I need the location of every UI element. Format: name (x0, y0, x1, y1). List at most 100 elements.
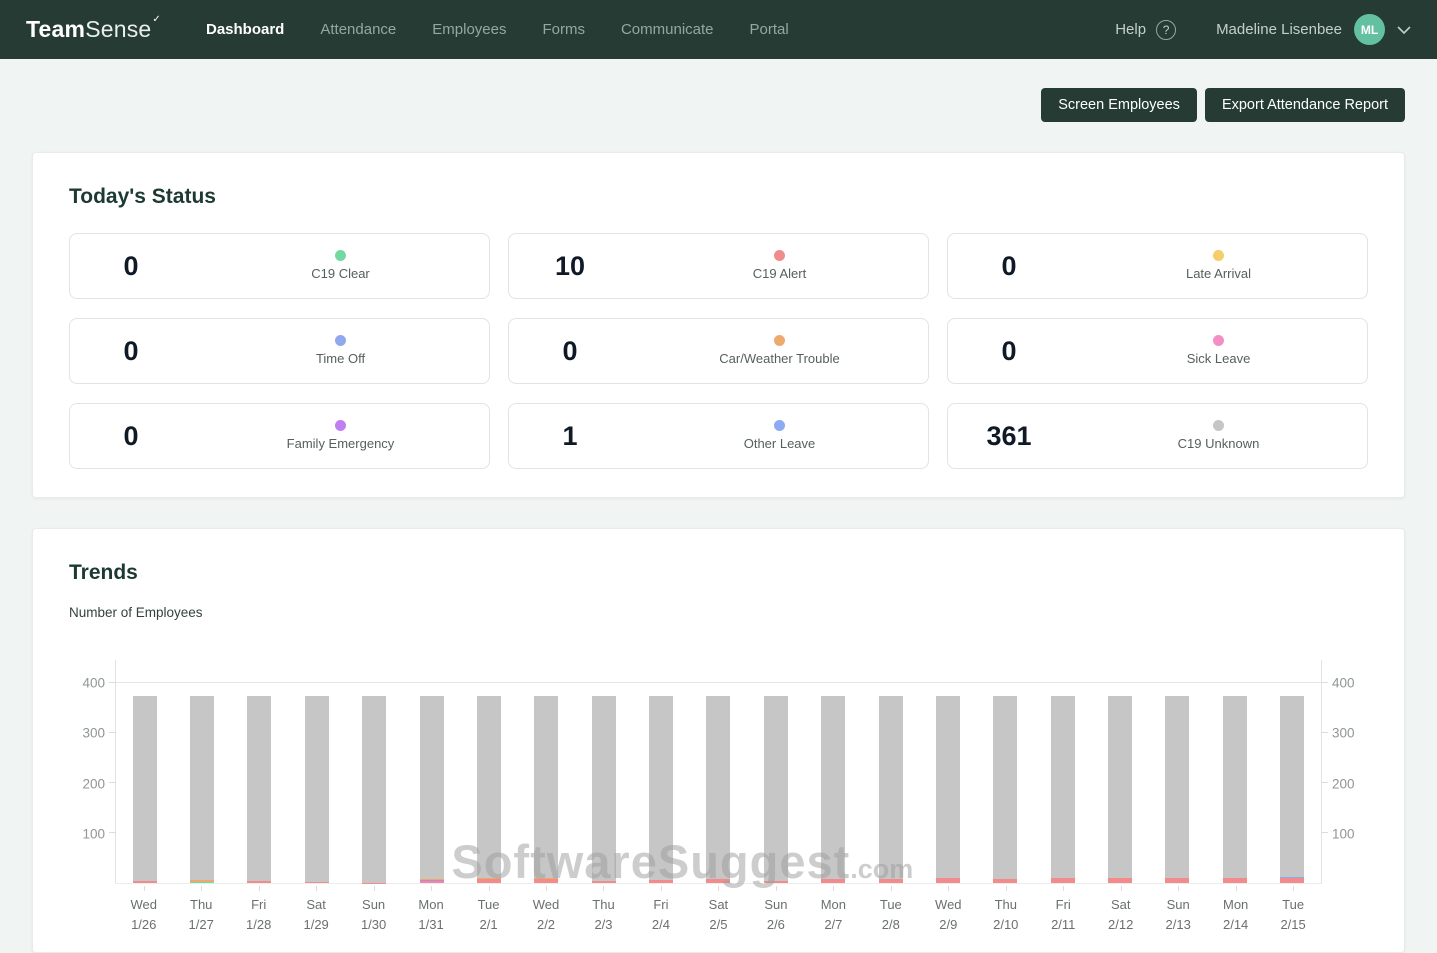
status-tile-right: C19 Alert (631, 250, 928, 283)
status-dot-icon (774, 335, 785, 346)
status-tile-right: Other Leave (631, 420, 928, 453)
bar-segment-unknown (706, 696, 730, 879)
nav-item-dashboard[interactable]: Dashboard (206, 21, 284, 38)
bar-segment-alert (879, 879, 903, 883)
status-tile-value: 0 (948, 251, 1070, 282)
x-axis-label: Fri2/11 (1035, 886, 1092, 934)
stacked-bar[interactable] (1280, 696, 1304, 883)
y-tick-label-right: 300 (1332, 726, 1355, 741)
chart-plot-area: SoftwareSuggest.com (115, 660, 1322, 884)
x-axis-label: Mon1/31 (402, 886, 459, 934)
status-tile-value: 0 (948, 336, 1070, 367)
y-tick-label-right: 100 (1332, 826, 1355, 841)
export-attendance-report-button[interactable]: Export Attendance Report (1205, 88, 1405, 122)
status-tile-value: 1 (509, 421, 631, 452)
status-tile-value: 0 (70, 336, 192, 367)
user-menu[interactable]: Madeline Lisenbee ML (1216, 14, 1411, 45)
stacked-bar[interactable] (706, 696, 730, 883)
bar-segment-alert (649, 880, 673, 883)
bar-segment-alert (534, 879, 558, 883)
nav-item-employees[interactable]: Employees (432, 21, 506, 38)
status-tile-label: Car/Weather Trouble (719, 351, 839, 366)
status-tile: 1Other Leave (508, 403, 929, 469)
stacked-bar[interactable] (190, 696, 214, 883)
stacked-bar[interactable] (1051, 696, 1075, 883)
stacked-bar[interactable] (649, 696, 673, 883)
y-tickmark-left (109, 732, 116, 733)
stacked-bar[interactable] (592, 696, 616, 883)
nav-item-attendance[interactable]: Attendance (320, 21, 396, 38)
y-tick-label-left: 200 (82, 776, 105, 791)
stacked-bar[interactable] (305, 696, 329, 883)
x-axis-label: Sat2/12 (1092, 886, 1149, 934)
x-axis-label: Mon2/7 (805, 886, 862, 934)
x-tickmark (431, 886, 432, 891)
stacked-bar[interactable] (247, 696, 271, 883)
x-label-date: 1/27 (172, 915, 229, 935)
bar-cell (231, 660, 288, 883)
stacked-bar[interactable] (362, 696, 386, 883)
stacked-bar[interactable] (879, 696, 903, 883)
bar-cell (460, 660, 517, 883)
actions-bar: Screen Employees Export Attendance Repor… (32, 88, 1405, 122)
stacked-bar[interactable] (534, 696, 558, 883)
bar-segment-unknown (821, 696, 845, 879)
stacked-bar[interactable] (1108, 696, 1132, 883)
x-label-day: Thu (977, 895, 1034, 915)
x-label-date: 2/10 (977, 915, 1034, 935)
bar-segment-unknown (247, 696, 271, 881)
status-tile-right: Time Off (192, 335, 489, 368)
stacked-bar[interactable] (821, 696, 845, 883)
bar-cell (1149, 660, 1206, 883)
x-label-date: 2/6 (747, 915, 804, 935)
bar-segment-unknown (1108, 696, 1132, 878)
stacked-bar[interactable] (1223, 696, 1247, 883)
x-axis-label: Thu2/10 (977, 886, 1034, 934)
status-dot-icon (335, 335, 346, 346)
stacked-bar[interactable] (133, 696, 157, 883)
bar-segment-unknown (133, 696, 157, 881)
nav-item-portal[interactable]: Portal (750, 21, 789, 38)
status-tile-right: Late Arrival (1070, 250, 1367, 283)
nav-item-forms[interactable]: Forms (542, 21, 585, 38)
y-axis-title: Number of Employees (69, 605, 1368, 620)
x-axis-labels: Wed1/26Thu1/27Fri1/28Sat1/29Sun1/30Mon1/… (115, 886, 1322, 934)
status-tile: 361C19 Unknown (947, 403, 1368, 469)
status-tile-value: 0 (70, 251, 192, 282)
trends-card: Trends Number of Employees 100200300400 … (32, 528, 1405, 953)
status-dot-icon (335, 250, 346, 261)
x-tickmark (1293, 886, 1294, 891)
stacked-bar[interactable] (993, 696, 1017, 883)
stacked-bar[interactable] (1165, 696, 1189, 883)
logo-check-icon: ✓ (152, 14, 161, 25)
screen-employees-button[interactable]: Screen Employees (1041, 88, 1197, 122)
bar-segment-alert (362, 883, 386, 884)
help-button[interactable]: Help ? (1115, 20, 1176, 40)
status-tile-label: Time Off (316, 351, 365, 366)
x-label-date: 2/13 (1149, 915, 1206, 935)
stacked-bar[interactable] (764, 696, 788, 883)
nav-item-communicate[interactable]: Communicate (621, 21, 714, 38)
x-tickmark (833, 886, 834, 891)
x-label-day: Sun (345, 895, 402, 915)
stacked-bar[interactable] (420, 696, 444, 883)
stacked-bar[interactable] (477, 696, 501, 883)
x-label-day: Tue (460, 895, 517, 915)
bar-cell (403, 660, 460, 883)
status-tile-value: 10 (509, 251, 631, 282)
x-label-day: Sat (287, 895, 344, 915)
bar-segment-unknown (1223, 696, 1247, 878)
x-tickmark (948, 886, 949, 891)
x-label-date: 2/1 (460, 915, 517, 935)
app-logo[interactable]: TeamSense✓ (26, 16, 160, 43)
x-label-date: 2/4 (632, 915, 689, 935)
bar-cell (805, 660, 862, 883)
stacked-bar[interactable] (936, 696, 960, 883)
x-tickmark (546, 886, 547, 891)
todays-status-title: Today's Status (69, 185, 1368, 209)
x-axis-label: Sun1/30 (345, 886, 402, 934)
bar-segment-alert (1051, 878, 1075, 883)
bar-segment-alert (993, 879, 1017, 883)
bar-segment-alert (247, 881, 271, 883)
status-dot-icon (335, 420, 346, 431)
